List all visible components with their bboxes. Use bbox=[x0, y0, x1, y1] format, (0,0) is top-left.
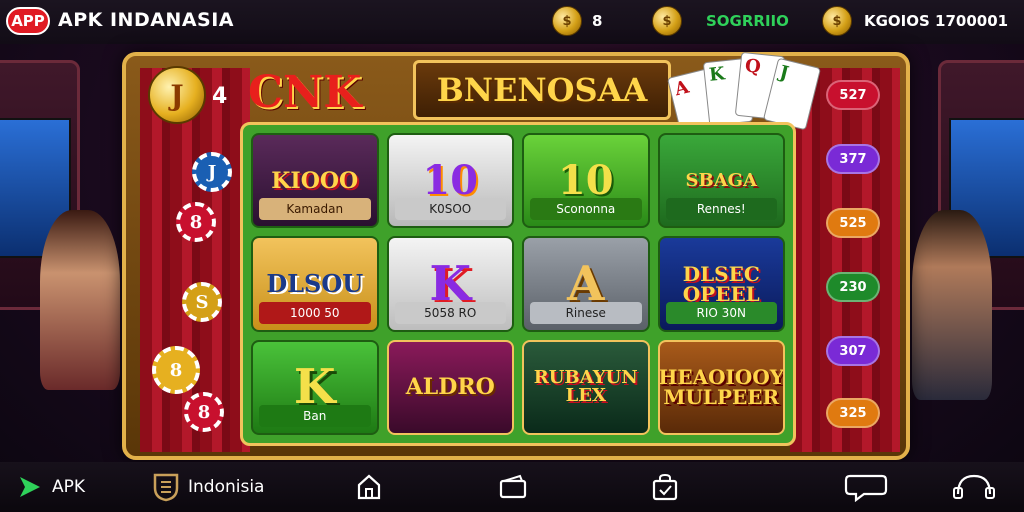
home-icon bbox=[356, 473, 382, 501]
wallet-icon bbox=[498, 474, 528, 500]
crest-icon bbox=[152, 472, 180, 502]
game-tile[interactable]: DLSEC OPEEL RIO 30N bbox=[657, 236, 785, 332]
game-tile[interactable]: RUBAYUN LEX bbox=[522, 339, 650, 435]
game-tile[interactable]: A Rinese bbox=[522, 236, 650, 332]
tile-title: 10 bbox=[557, 156, 614, 204]
game-tile[interactable]: DLSOU 1000 50 bbox=[251, 236, 379, 332]
game-tile[interactable]: 10 Scononna bbox=[522, 133, 650, 229]
poker-chip-icon: 8 bbox=[176, 202, 216, 242]
tile-title: DLSOU bbox=[266, 268, 364, 298]
nav-item-shop[interactable] bbox=[650, 462, 680, 512]
game-tile[interactable]: 10 K0SOO bbox=[386, 133, 514, 229]
side-value-pill[interactable]: 377 bbox=[826, 144, 880, 174]
coin-suffix: 4 bbox=[212, 84, 228, 109]
side-value-pill[interactable]: 325 bbox=[826, 398, 880, 428]
support-icon bbox=[952, 472, 996, 502]
nav-item-indonesia[interactable]: Indonisia bbox=[152, 462, 264, 512]
chat-icon bbox=[844, 472, 888, 502]
game-tile[interactable]: SBAGA Rennes! bbox=[657, 133, 785, 229]
send-icon bbox=[16, 473, 44, 501]
bottom-nav: APK Indonisia bbox=[0, 462, 1024, 512]
poker-chip-icon: S bbox=[182, 282, 222, 322]
tile-title: A bbox=[567, 255, 605, 312]
poker-chip-icon: J bbox=[192, 152, 232, 192]
tile-title: SBAGA bbox=[685, 169, 758, 191]
nav-item-support[interactable] bbox=[952, 462, 996, 512]
side-value-pill[interactable]: 527 bbox=[826, 80, 880, 110]
tile-caption: 5058 RO bbox=[394, 301, 506, 324]
app-title: APK INDANASIA bbox=[58, 9, 234, 31]
title-plate: BNENOSAA bbox=[413, 60, 671, 120]
poker-chip-icon: 8 bbox=[152, 346, 200, 394]
tile-title: DLSEC OPEEL bbox=[682, 261, 760, 306]
tile-caption: Rennes! bbox=[665, 198, 777, 221]
nav-item-apk[interactable]: APK bbox=[16, 462, 85, 512]
coin-icon: $ bbox=[822, 6, 852, 36]
tile-caption: Kamadan bbox=[259, 198, 371, 221]
player-figure-right bbox=[912, 210, 992, 400]
shopping-bag-icon bbox=[650, 473, 680, 501]
game-tile[interactable]: KIOOO Kamadan bbox=[251, 133, 379, 229]
slot-machine-frame: J 4 CNK BNENOSAA A K Q J J 8 S 8 8 KIOOO… bbox=[122, 51, 910, 460]
side-value-pill[interactable]: 230 bbox=[826, 272, 880, 302]
tile-caption: 1000 50 bbox=[259, 301, 371, 324]
game-tile[interactable]: K Ban bbox=[251, 339, 379, 435]
tile-caption: Ban bbox=[259, 405, 371, 427]
game-title: BNENOSAA bbox=[436, 71, 648, 109]
tile-caption: Rinese bbox=[530, 301, 642, 324]
tile-title: RUBAYUN LEX bbox=[533, 367, 638, 407]
tile-title: KIOOO bbox=[271, 167, 359, 194]
game-tile[interactable]: HEAOIOOY MULPEER bbox=[657, 339, 785, 435]
game-tile[interactable]: K 5058 RO bbox=[386, 236, 514, 332]
coin-icon: $ bbox=[552, 6, 582, 36]
player-figure-left bbox=[40, 210, 120, 390]
bonus-stat: SOGRRIIO bbox=[706, 12, 789, 30]
side-value-pill[interactable]: 525 bbox=[826, 208, 880, 238]
top-bar: APP APK INDANASIA $ 8 $ SOGRRIIO $ KGOIO… bbox=[0, 0, 1024, 44]
coin-balance: 8 bbox=[592, 12, 603, 30]
app-badge[interactable]: APP bbox=[6, 7, 50, 35]
game-grid: KIOOO Kamadan 10 K0SOO 10 Scononna SBAGA… bbox=[240, 122, 796, 446]
nav-item-chat[interactable] bbox=[844, 462, 888, 512]
game-logo: CNK bbox=[248, 66, 362, 118]
nav-label-apk: APK bbox=[52, 477, 86, 497]
nav-item-home[interactable] bbox=[356, 462, 382, 512]
nav-item-wallet[interactable] bbox=[498, 462, 528, 512]
side-value-pill[interactable]: 307 bbox=[826, 336, 880, 366]
jackpot-stat: KGOIOS 1700001 bbox=[864, 12, 1009, 30]
coin-icon: $ bbox=[652, 6, 682, 36]
nav-label-indonesia: Indonisia bbox=[188, 477, 265, 497]
game-tile[interactable]: ALDRO bbox=[386, 339, 514, 435]
tile-caption: RIO 30N bbox=[665, 301, 777, 324]
tile-title: ALDRO bbox=[405, 374, 495, 401]
tile-title: HEAOIOOY MULPEER bbox=[658, 365, 785, 410]
poker-chip-icon: 8 bbox=[184, 392, 224, 432]
tile-title: K bbox=[429, 255, 472, 312]
tile-caption: K0SOO bbox=[394, 198, 506, 221]
tile-title: 10 bbox=[422, 156, 479, 204]
jackpot-coin-icon: J bbox=[148, 66, 206, 124]
tile-caption: Scononna bbox=[530, 198, 642, 221]
